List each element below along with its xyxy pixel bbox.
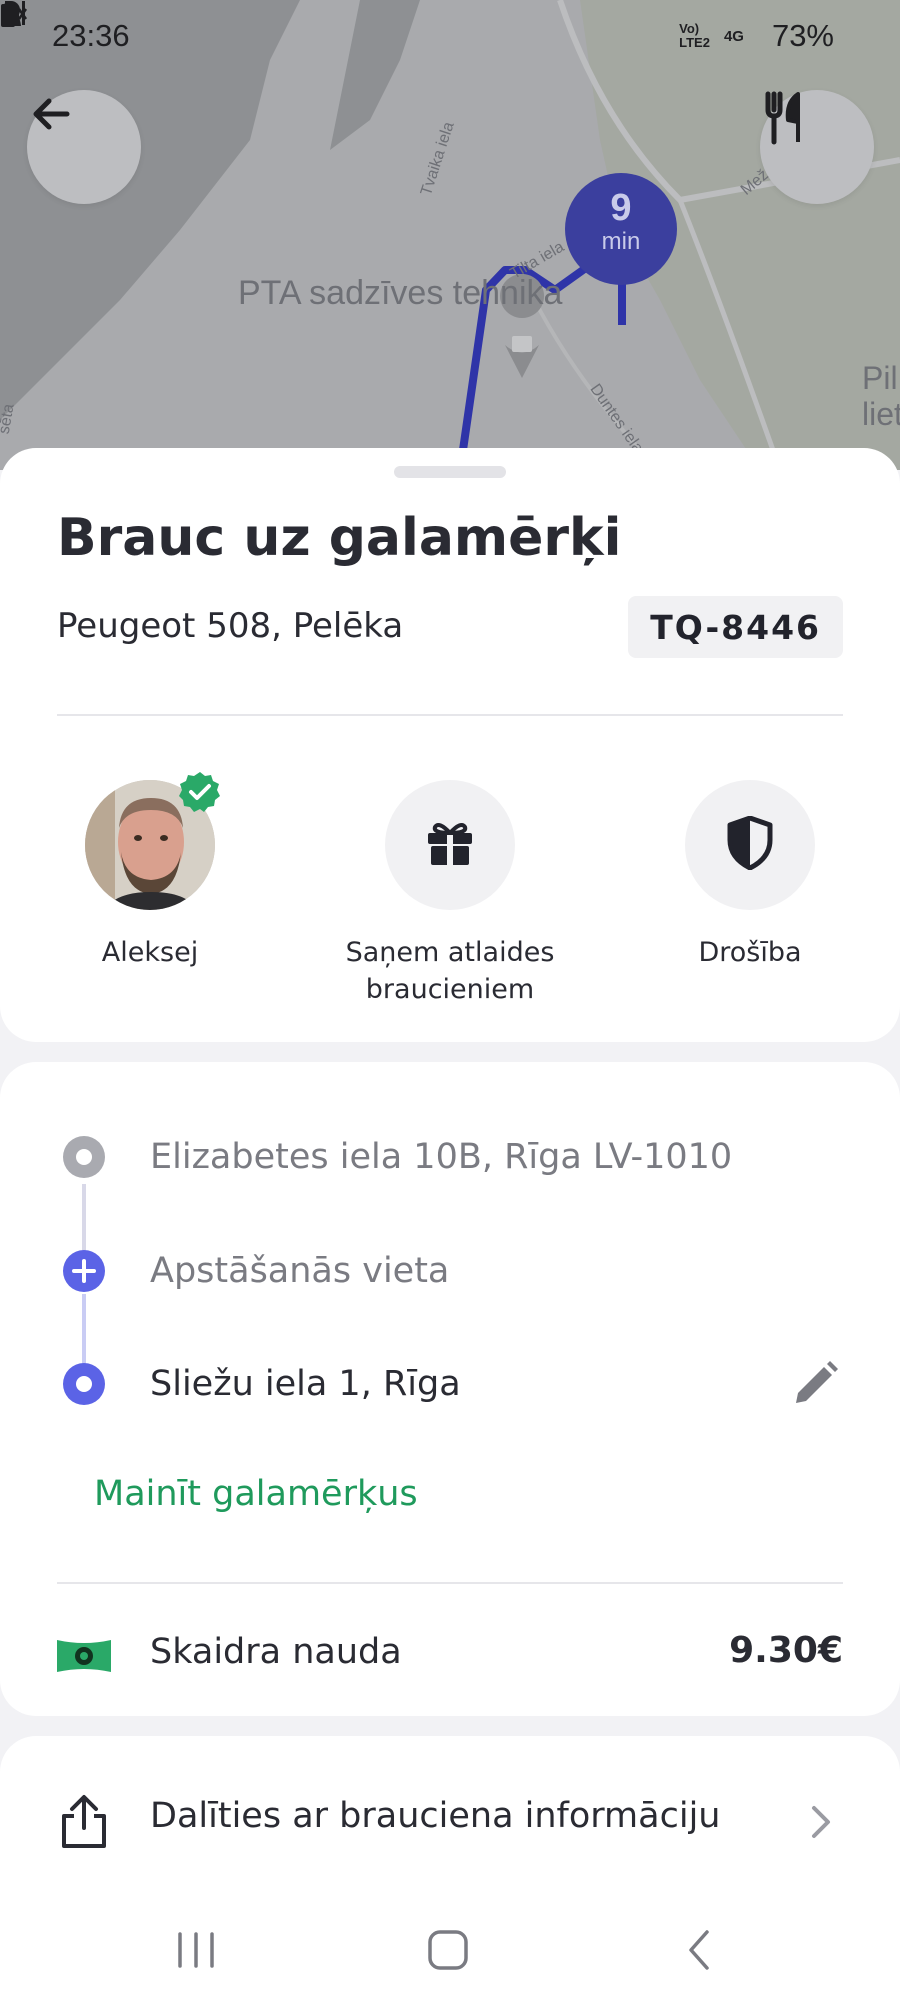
add-stop-label: Apstāšanās vieta [150,1251,450,1291]
change-destinations-link[interactable]: Mainīt galamērķus [94,1474,418,1514]
status-time: 23:36 [52,18,130,53]
pickup-row[interactable]: Elizabetes iela 10B, Rīga LV-1010 [0,1122,900,1192]
eta-unit: min [601,228,641,255]
status-bar: 23:36 Vo) LTE2 4G 73% [0,0,900,72]
map-label-edge: Pil [862,360,898,396]
trip-info-card: Brauc uz galamērķi Peugeot 508, Pelēka T… [0,448,900,1042]
destination-row[interactable]: Sliežu iela 1, Rīga [0,1349,900,1419]
gift-icon [425,819,475,871]
map-view[interactable]: PTA sadzīves tehnika Tvaika iela Tilta i… [0,0,900,470]
network-label-bottom: LTE2 [679,35,710,50]
divider [57,1582,843,1584]
chevron-right-icon [806,1802,834,1846]
license-plate: TQ-8446 [628,596,843,658]
cash-icon [55,1636,113,1680]
home-button[interactable] [418,1920,478,1980]
payment-method: Skaidra nauda [150,1632,402,1672]
share-icon [58,1794,110,1854]
payment-row[interactable]: Skaidra nauda 9.30€ [0,1622,900,1692]
route-card: Elizabetes iela 10B, Rīga LV-1010 Apstāš… [0,1062,900,1716]
share-trip-label: Dalīties ar brauciena informāciju [150,1796,721,1836]
eta-bubble: 9 min [565,173,677,285]
verified-badge-icon [178,770,222,814]
discounts-button[interactable]: Saņem atlaides braucieniem [300,780,600,1008]
driver-profile-button[interactable]: Aleksej [0,772,300,971]
back-nav-button[interactable] [670,1920,730,1980]
safety-label: Drošība [698,937,802,968]
network-type: 4G [723,27,744,45]
eta-minutes: 9 [610,187,632,229]
network-label-top: Vo) [679,21,700,36]
pencil-icon [796,1361,838,1403]
safety-button[interactable]: Drošība [600,780,900,971]
add-stop-row[interactable]: Apstāšanās vieta [0,1236,900,1306]
safety-circle [685,780,815,910]
edit-destination-button[interactable] [790,1359,840,1413]
trip-price: 9.30€ [729,1630,843,1671]
vehicle-description: Peugeot 508, Pelēka [57,606,404,646]
shield-icon [727,815,773,874]
pickup-address: Elizabetes iela 10B, Rīga LV-1010 [150,1137,733,1177]
battery-percent: 73% [771,18,834,53]
back-button[interactable] [27,90,141,204]
recent-apps-button[interactable] [166,1920,226,1980]
restaurants-button[interactable] [760,90,874,204]
drag-handle[interactable] [394,466,506,478]
divider [57,714,843,716]
network-indicator: Vo) LTE2 [679,22,710,50]
recent-apps-icon [178,1932,214,1968]
destination-dot-icon [62,1362,106,1406]
system-nav-bar [0,1900,900,2000]
trip-status-title: Brauc uz galamērķi [57,508,622,568]
home-icon [428,1930,468,1970]
discounts-label: Saņem atlaides braucieniem [345,937,555,1005]
map-label-edge: liet [862,396,900,432]
driver-name: Aleksej [101,937,199,968]
destination-address: Sliežu iela 1, Rīga [150,1364,461,1404]
discounts-circle [385,780,515,910]
pickup-dot-icon [62,1135,106,1179]
plus-icon [62,1249,106,1293]
chevron-left-icon [689,1930,709,1970]
